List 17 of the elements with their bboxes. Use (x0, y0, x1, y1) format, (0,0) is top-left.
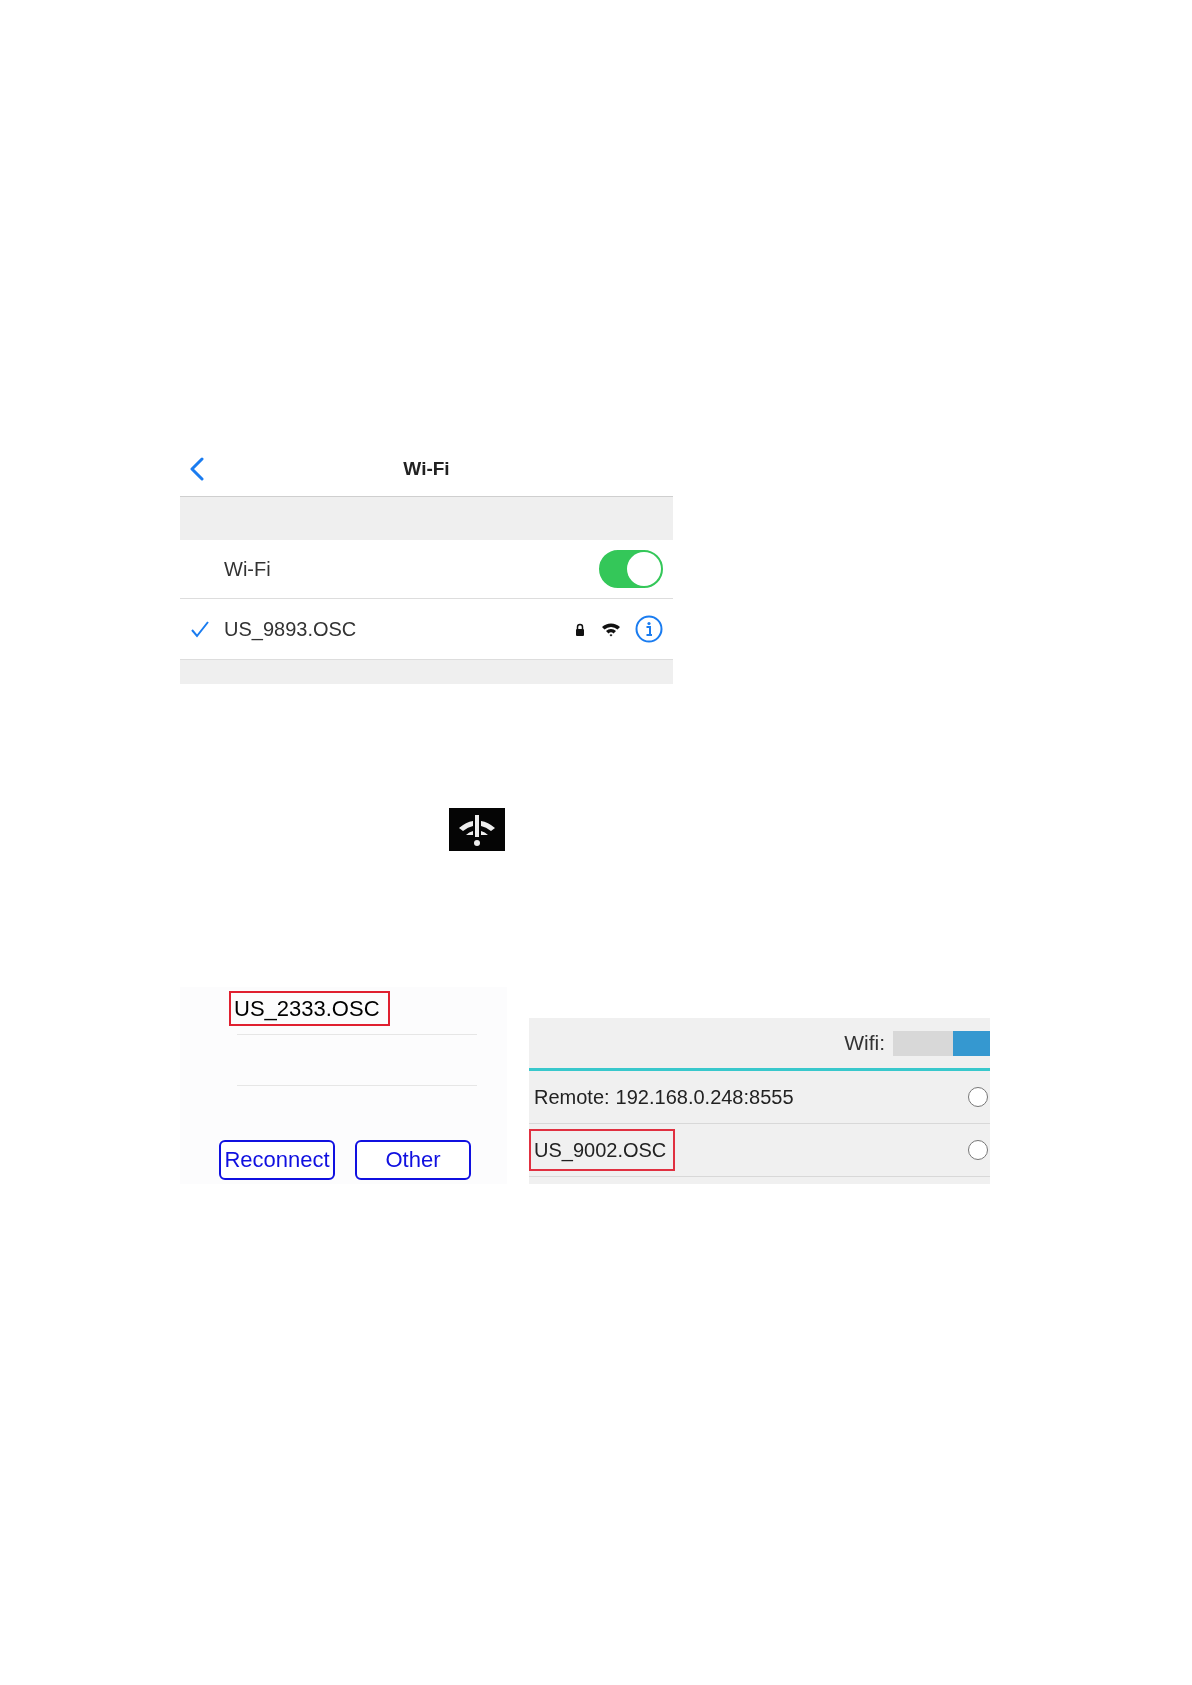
device-name[interactable]: Remote: 192.168.0.248:8555 (529, 1076, 803, 1118)
network-name: US_2333.OSC (229, 991, 390, 1026)
screen-title: Wi-Fi (403, 457, 450, 480)
wifi-toggle[interactable] (893, 1030, 990, 1056)
radio-button[interactable] (968, 1087, 988, 1107)
device-name[interactable]: US_9002.OSC (529, 1129, 676, 1171)
wifi-toggle[interactable] (599, 550, 663, 588)
network-name[interactable]: US_9893.OSC (224, 617, 575, 641)
wifi-alert-icon (449, 808, 505, 851)
info-icon[interactable] (635, 615, 663, 643)
wifi-label: Wifi: (844, 1031, 885, 1055)
back-icon[interactable] (190, 456, 204, 481)
other-button[interactable]: Other (355, 1140, 471, 1180)
wifi-label: Wi-Fi (224, 557, 272, 581)
reconnect-button[interactable]: Reconnect (219, 1140, 335, 1180)
wifi-signal-icon (601, 621, 621, 637)
radio-button[interactable] (968, 1140, 988, 1160)
